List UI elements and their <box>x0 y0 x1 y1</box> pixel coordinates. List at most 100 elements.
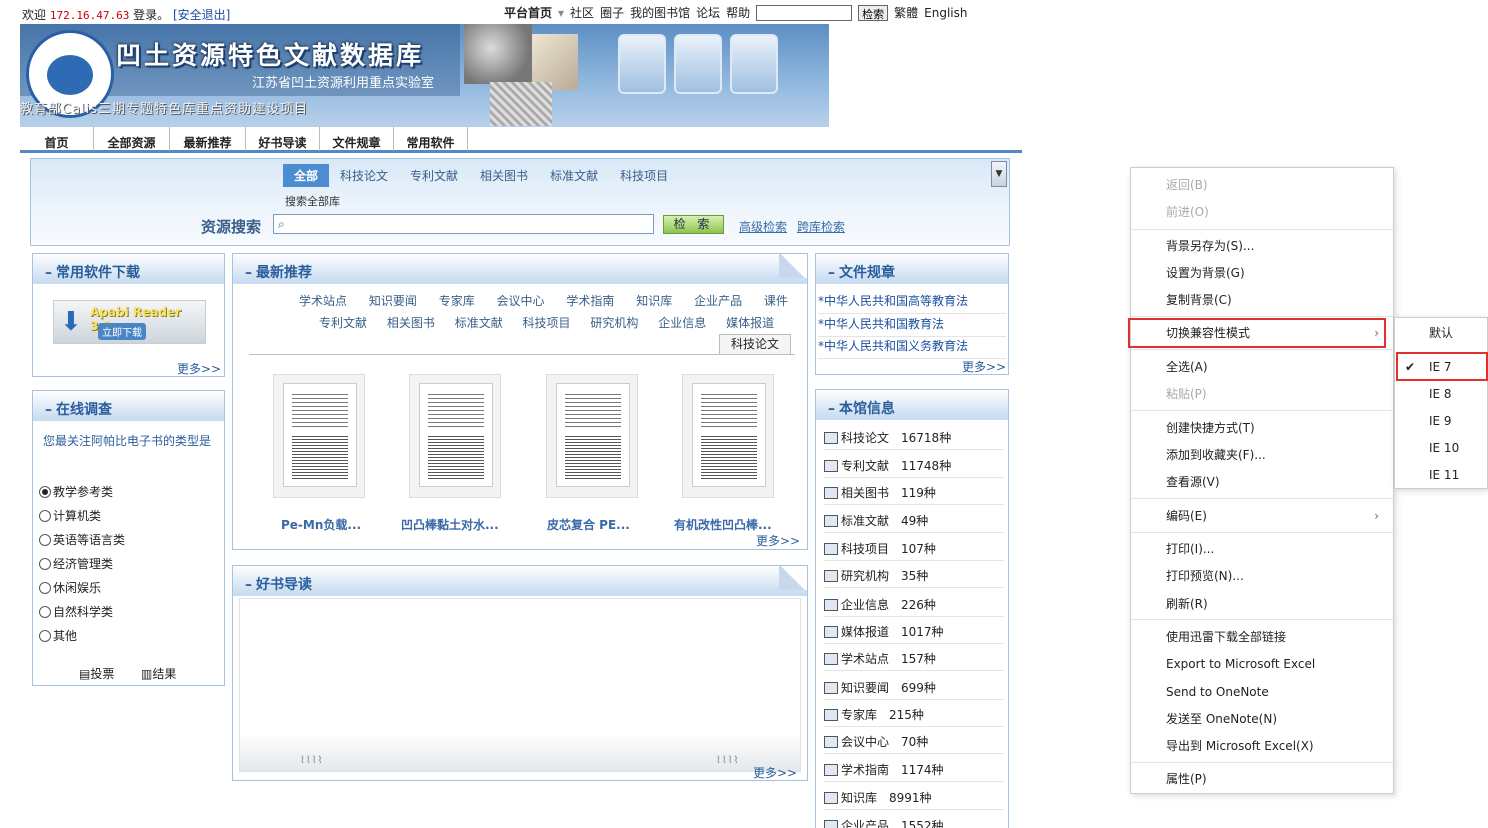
menu-copy-background[interactable]: 复制背景(C) <box>1131 288 1393 312</box>
rule-link[interactable]: *中华人民共和国教育法 <box>818 315 1006 337</box>
radio-icon[interactable] <box>39 605 51 618</box>
survey-option[interactable]: 经济管理类 <box>39 555 113 572</box>
info-row[interactable]: 媒体报道 1017种 <box>824 620 1004 644</box>
radio-selected-icon[interactable] <box>39 485 51 498</box>
platform-home-link[interactable]: 平台首页 <box>504 4 552 21</box>
info-row[interactable]: 知识要闻 699种 <box>824 676 1004 700</box>
menu-create-shortcut[interactable]: 创建快捷方式(T) <box>1131 416 1393 440</box>
nav-home[interactable]: 首页 <box>20 127 94 151</box>
search-input[interactable]: ⌕ <box>273 214 654 234</box>
circle-link[interactable]: 圈子 <box>600 4 624 21</box>
latest-link[interactable]: 企业信息 <box>658 316 706 330</box>
menu-thunder-download[interactable]: 使用迅雷下载全部链接 <box>1131 625 1393 649</box>
nav-rules[interactable]: 文件规章 <box>320 127 394 151</box>
book-cover[interactable] <box>546 374 638 498</box>
menu-encoding[interactable]: 编码(E) › <box>1131 504 1393 528</box>
result-button[interactable]: ▥结果 <box>141 665 176 682</box>
info-row[interactable]: 企业产品 1552种 <box>824 814 1004 828</box>
info-row[interactable]: 科技论文 16718种 <box>824 426 1004 450</box>
english-link[interactable]: English <box>924 6 967 20</box>
search-tab-all[interactable]: 全部 <box>283 164 330 187</box>
info-row[interactable]: 企业信息 226种 <box>824 593 1004 617</box>
rule-link[interactable]: *中华人民共和国高等教育法 <box>818 292 1006 314</box>
book-cover[interactable] <box>682 374 774 498</box>
platform-dropdown-icon[interactable]: ▾ <box>558 6 564 20</box>
info-row[interactable]: 专利文献 11748种 <box>824 454 1004 478</box>
cross-db-search-link[interactable]: 跨库检索 <box>797 218 845 235</box>
menu-select-all[interactable]: 全选(A) <box>1131 355 1393 379</box>
apabi-download-button[interactable]: 立即下载 <box>98 323 146 340</box>
rule-link[interactable]: *中华人民共和国义务教育法 <box>818 337 1006 359</box>
nav-good-books[interactable]: 好书导读 <box>246 127 320 151</box>
latest-link[interactable]: 会议中心 <box>497 294 545 308</box>
menu-properties[interactable]: 属性(P) <box>1131 767 1393 791</box>
menu-export-excel[interactable]: Export to Microsoft Excel <box>1131 652 1393 676</box>
menu-refresh[interactable]: 刷新(R) <box>1131 592 1393 616</box>
search-tab-papers[interactable]: 科技论文 <box>329 164 399 187</box>
search-tab-books[interactable]: 相关图书 <box>469 164 539 187</box>
menu-print[interactable]: 打印(I)... <box>1131 537 1393 561</box>
info-row[interactable]: 学术站点 157种 <box>824 647 1004 671</box>
radio-icon[interactable] <box>39 557 51 570</box>
apabi-download-banner[interactable]: ⬇ Apabi Reader 3.0 立即下载 <box>53 300 206 344</box>
book-title[interactable]: 有机改性凹凸棒... <box>674 516 772 533</box>
good-books-more-link[interactable]: 更多>> <box>753 764 797 781</box>
forum-link[interactable]: 论坛 <box>696 4 720 21</box>
submenu-ie8[interactable]: IE 8 <box>1395 381 1487 407</box>
book-cover[interactable] <box>409 374 501 498</box>
latest-more-link[interactable]: 更多>> <box>756 532 800 549</box>
latest-link[interactable]: 学术站点 <box>299 294 347 308</box>
radio-icon[interactable] <box>39 533 51 546</box>
info-row[interactable]: 会议中心 70种 <box>824 730 1004 754</box>
advanced-search-link[interactable]: 高级检索 <box>739 218 787 235</box>
latest-link[interactable]: 学术指南 <box>566 294 614 308</box>
info-row[interactable]: 学术指南 1174种 <box>824 758 1004 782</box>
latest-link[interactable]: 专家库 <box>439 294 475 308</box>
latest-link[interactable]: 知识库 <box>636 294 672 308</box>
help-link[interactable]: 帮助 <box>726 4 750 21</box>
latest-link[interactable]: 相关图书 <box>387 316 435 330</box>
menu-set-background[interactable]: 设置为背景(G) <box>1131 261 1393 285</box>
logout-link[interactable]: [安全退出] <box>173 8 230 22</box>
survey-option[interactable]: 自然科学类 <box>39 603 113 620</box>
latest-link[interactable]: 课件 <box>764 294 788 308</box>
nav-all-resources[interactable]: 全部资源 <box>94 127 170 151</box>
search-button[interactable]: 检 索 <box>663 215 724 234</box>
top-search-input[interactable] <box>756 4 853 21</box>
info-row[interactable]: 知识库 8991种 <box>824 786 1004 810</box>
info-row[interactable]: 研究机构 35种 <box>824 564 1004 588</box>
latest-link[interactable]: 研究机构 <box>590 316 638 330</box>
software-more-link[interactable]: 更多>> <box>177 360 221 377</box>
latest-link[interactable]: 媒体报道 <box>726 316 774 330</box>
radio-icon[interactable] <box>39 629 51 642</box>
menu-send-onenote[interactable]: Send to OneNote <box>1131 680 1393 704</box>
survey-option[interactable]: 教学参考类 <box>39 483 113 500</box>
latest-link[interactable]: 知识要闻 <box>369 294 417 308</box>
book-title[interactable]: 皮芯复合 PE... <box>547 516 630 533</box>
menu-export-excel-cn[interactable]: 导出到 Microsoft Excel(X) <box>1131 734 1393 758</box>
menu-print-preview[interactable]: 打印预览(N)... <box>1131 564 1393 588</box>
menu-save-background[interactable]: 背景另存为(S)... <box>1131 234 1393 258</box>
search-tab-standards[interactable]: 标准文献 <box>539 164 609 187</box>
latest-link[interactable]: 专利文献 <box>319 316 367 330</box>
rules-more-link[interactable]: 更多>> <box>962 358 1006 375</box>
book-cover[interactable] <box>273 374 365 498</box>
community-link[interactable]: 社区 <box>570 4 594 21</box>
search-tab-patents[interactable]: 专利文献 <box>399 164 469 187</box>
menu-send-onenote-cn[interactable]: 发送至 OneNote(N) <box>1131 707 1393 731</box>
info-row[interactable]: 专家库 215种 <box>824 703 1004 727</box>
nav-software[interactable]: 常用软件 <box>394 127 468 151</box>
submenu-ie10[interactable]: IE 10 <box>1395 435 1487 461</box>
vote-button[interactable]: ▤投票 <box>79 665 114 682</box>
chevron-down-icon[interactable]: ▼ <box>991 161 1007 187</box>
login-link[interactable]: 登录。 <box>133 8 169 22</box>
top-search-button[interactable]: 检索 <box>858 4 889 21</box>
book-title[interactable]: 凹凸棒黏土对水... <box>401 516 499 533</box>
submenu-ie11[interactable]: IE 11 <box>1395 462 1487 488</box>
menu-view-source[interactable]: 查看源(V) <box>1131 470 1393 494</box>
traditional-link[interactable]: 繁體 <box>894 4 918 21</box>
nav-latest[interactable]: 最新推荐 <box>170 127 246 151</box>
submenu-ie9[interactable]: IE 9 <box>1395 408 1487 434</box>
search-tab-projects[interactable]: 科技项目 <box>609 164 679 187</box>
info-row[interactable]: 标准文献 49种 <box>824 509 1004 533</box>
